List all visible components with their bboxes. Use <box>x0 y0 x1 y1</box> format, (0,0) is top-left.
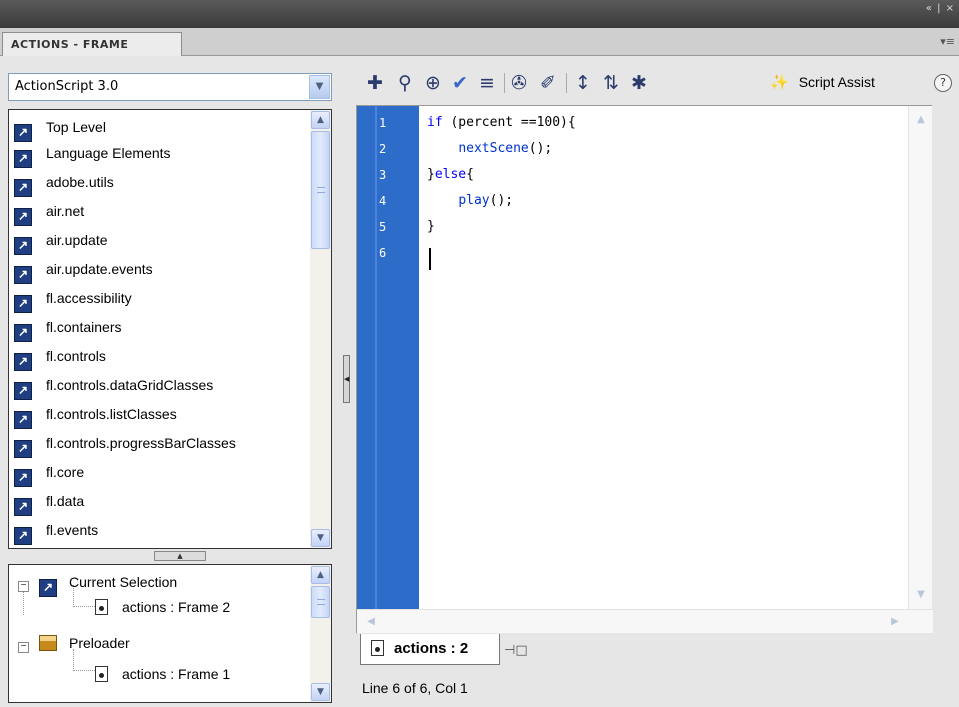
collapse-selection-icon[interactable]: ⇅ <box>600 69 622 97</box>
chevron-down-icon[interactable]: ▼ <box>309 75 330 99</box>
book-icon: ↗ <box>14 440 32 458</box>
collapse-icon[interactable]: − <box>18 581 29 592</box>
toolbox-item[interactable]: ↗ fl.accessibility <box>9 285 311 313</box>
collapse-pane-handle[interactable]: ◀ <box>343 355 350 403</box>
frame-icon <box>95 666 108 682</box>
book-icon: ↗ <box>14 324 32 342</box>
book-icon: ↗ <box>14 498 32 516</box>
find-icon[interactable]: ⚲ <box>394 69 416 97</box>
scene-icon <box>39 635 57 651</box>
navigator-scrollbar[interactable]: ▲ ▼ <box>310 565 331 702</box>
collapse-braces-icon[interactable]: ↕ <box>572 69 594 97</box>
tab-actions-frame[interactable]: ACTIONS - FRAME <box>2 32 182 56</box>
line-number: 2 <box>379 142 387 156</box>
scroll-up-icon[interactable]: ▲ <box>913 112 929 128</box>
expand-all-icon[interactable]: ✱ <box>628 69 650 97</box>
script-navigator[interactable]: − ↗ Current Selection actions : Frame 2 − P… <box>8 564 332 703</box>
scroll-thumb[interactable] <box>311 586 330 618</box>
help-icon[interactable]: ? <box>934 74 952 92</box>
scroll-up-icon[interactable]: ▲ <box>311 566 330 584</box>
code-hint-icon[interactable]: ✇ <box>508 69 530 97</box>
line-number-gutter: 1 2 3 4 5 6 <box>357 106 419 609</box>
toolbox-item[interactable]: ↗ air.update <box>9 227 311 255</box>
magic-wand-icon: ✨ <box>770 74 789 91</box>
script-tab-bar: actions : 2 ⊣□ <box>356 634 959 668</box>
language-select-value: ActionScript 3.0 <box>15 79 119 94</box>
actions-toolbar: ✚ ⚲ ⊕ ✔ ≡ ✇ ✐ ↕ ⇅ ✱ ✨ Script Assist ? <box>356 65 959 103</box>
panel-tab-row: ACTIONS - FRAME ▾≡ <box>0 28 959 56</box>
status-line: Line 6 of 6, Col 1 <box>362 680 468 696</box>
book-icon: ↗ <box>14 237 32 255</box>
auto-format-icon[interactable]: ≡ <box>476 69 498 97</box>
code-line: nextScene(); <box>458 141 553 156</box>
book-icon: ↗ <box>14 382 32 400</box>
scroll-down-icon[interactable]: ▼ <box>311 529 330 547</box>
toolbox-item[interactable]: ↗ fl.data <box>9 488 311 516</box>
scroll-right-icon[interactable]: ▶ <box>887 614 903 630</box>
collapse-icon[interactable]: − <box>18 642 29 653</box>
pin-script-icon[interactable]: ⊣□ <box>504 643 528 658</box>
line-number: 5 <box>379 220 387 234</box>
script-assist-button[interactable]: ✨ Script Assist <box>770 73 875 91</box>
toolbox-item[interactable]: ↗ fl.containers <box>9 314 311 342</box>
actions-toolbox-list[interactable]: ↗ Top Level ↗ Language Elements ↗ adobe.uti… <box>8 109 332 549</box>
line-number: 1 <box>379 116 387 130</box>
book-icon: ↗ <box>14 150 32 168</box>
script-editor[interactable]: 1 2 3 4 5 6 if (percent ==100){ nextScen… <box>356 105 933 633</box>
code-area[interactable]: if (percent ==100){ nextScene(); }else{ … <box>427 106 907 606</box>
actions-toolbox-pane: ActionScript 3.0 ▼ ↗ Top Level ↗ Language … <box>0 57 344 707</box>
line-number: 3 <box>379 168 387 182</box>
scroll-left-icon[interactable]: ◀ <box>363 614 379 630</box>
language-select[interactable]: ActionScript 3.0 ▼ <box>8 73 332 101</box>
window-controls[interactable]: « | × <box>926 3 955 14</box>
panel-menu-icon[interactable]: ▾≡ <box>940 35 955 48</box>
toolbox-item[interactable]: ↗ fl.controls.progressBarClasses <box>9 430 311 458</box>
toolbox-item[interactable]: ↗ air.update.events <box>9 256 311 284</box>
scroll-down-icon[interactable]: ▼ <box>913 587 929 603</box>
editor-vertical-scrollbar[interactable]: ▲ ▼ <box>908 106 932 609</box>
target-path-icon[interactable]: ⊕ <box>422 69 444 97</box>
toolbox-item[interactable]: ↗ Language Elements <box>9 140 311 168</box>
book-icon: ↗ <box>14 179 32 197</box>
toolbox-item[interactable]: ↗ fl.controls.dataGridClasses <box>9 372 311 400</box>
toolbox-item[interactable]: ↗ fl.controls <box>9 343 311 371</box>
book-icon: ↗ <box>14 353 32 371</box>
tab-actions-2[interactable]: actions : 2 <box>360 634 500 665</box>
frame-icon <box>95 599 108 615</box>
pane-splitter-handle[interactable]: ▲ <box>154 551 206 561</box>
code-line: if (percent ==100){ <box>427 115 576 130</box>
toolbox-item[interactable]: ↗ Top Level <box>9 114 311 142</box>
scroll-down-icon[interactable]: ▼ <box>311 683 330 701</box>
scroll-thumb[interactable] <box>311 131 330 249</box>
book-icon: ↗ <box>14 266 32 284</box>
book-icon: ↗ <box>14 469 32 487</box>
toolbox-item[interactable]: ↗ fl.controls.listClasses <box>9 401 311 429</box>
debug-options-icon[interactable]: ✐ <box>536 69 560 97</box>
code-line: } <box>427 219 435 234</box>
text-caret <box>429 248 431 270</box>
toolbox-item[interactable]: ↗ air.net <box>9 198 311 226</box>
add-statement-icon[interactable]: ✚ <box>364 69 386 97</box>
frame-icon <box>371 640 384 656</box>
code-line: }else{ <box>427 167 474 182</box>
book-icon: ↗ <box>14 411 32 429</box>
book-icon: ↗ <box>14 208 32 226</box>
toolbox-scrollbar[interactable]: ▲ ▼ <box>310 110 331 548</box>
book-icon: ↗ <box>14 295 32 313</box>
book-icon: ↗ <box>14 527 32 545</box>
nav-scene-frame[interactable]: actions : Frame 1 <box>9 659 309 690</box>
toolbox-item[interactable]: ↗ adobe.utils <box>9 169 311 197</box>
nav-scene-preloader[interactable]: − Preloader <box>9 628 309 659</box>
line-number: 6 <box>379 246 387 260</box>
toolbox-item[interactable]: ↗ fl.core <box>9 459 311 487</box>
check-syntax-icon[interactable]: ✔ <box>449 69 471 97</box>
line-number: 4 <box>379 194 387 208</box>
nav-current-frame[interactable]: actions : Frame 2 <box>9 592 309 623</box>
editor-horizontal-scrollbar[interactable]: ◀ ▶ <box>357 609 933 633</box>
code-line: play(); <box>458 193 514 208</box>
panel-title-bar: « | × <box>0 0 959 28</box>
toolbox-item[interactable]: ↗ fl.events <box>9 517 311 545</box>
scroll-up-icon[interactable]: ▲ <box>311 111 330 129</box>
